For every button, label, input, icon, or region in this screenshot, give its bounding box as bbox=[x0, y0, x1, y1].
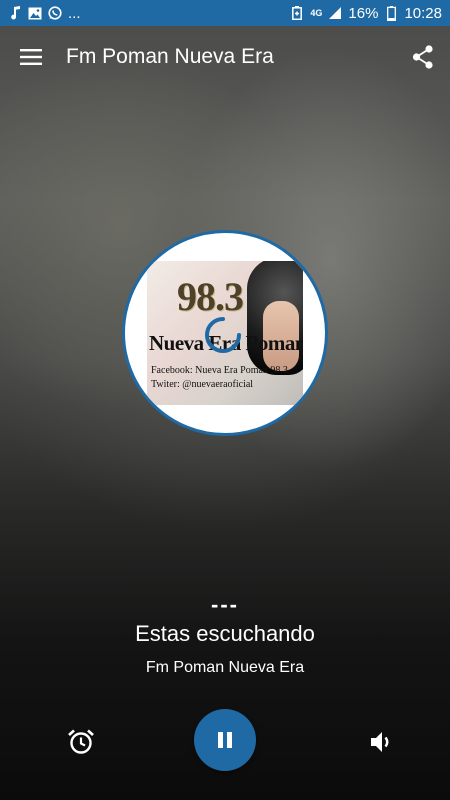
status-bar: ... 4G 16% 10:28 bbox=[0, 0, 450, 26]
menu-button[interactable] bbox=[18, 44, 44, 70]
play-pause-button[interactable] bbox=[194, 709, 256, 771]
player-controls bbox=[0, 708, 450, 772]
overflow-indicator: ... bbox=[68, 4, 81, 22]
status-bar-left: ... bbox=[8, 5, 81, 22]
music-note-icon bbox=[8, 6, 22, 20]
pause-icon bbox=[218, 732, 232, 748]
network-type: 4G bbox=[310, 7, 323, 18]
alarm-button[interactable] bbox=[66, 727, 96, 757]
cover-facebook: Facebook: Nueva Era Poman 98.3 bbox=[151, 365, 288, 376]
battery-icon bbox=[384, 5, 398, 21]
battery-saver-icon bbox=[290, 6, 304, 20]
app-title: Fm Poman Nueva Era bbox=[66, 45, 274, 68]
station-name: Fm Poman Nueva Era bbox=[145, 659, 305, 676]
status-bar-right: 4G 16% 10:28 bbox=[290, 5, 442, 22]
clock: 10:28 bbox=[404, 4, 442, 22]
loading-spinner-icon bbox=[205, 317, 241, 353]
track-title: --- bbox=[211, 592, 239, 617]
alarm-clock-icon bbox=[68, 729, 94, 754]
battery-percent: 16% bbox=[348, 4, 379, 22]
app-bar: Fm Poman Nueva Era bbox=[0, 26, 450, 88]
hamburger-menu-icon bbox=[20, 49, 42, 65]
share-icon bbox=[412, 45, 433, 69]
signal-icon bbox=[328, 6, 342, 20]
volume-button[interactable] bbox=[366, 727, 396, 757]
cover-twitter: Twiter: @nuevaeraoficial bbox=[151, 379, 254, 390]
whatsapp-icon bbox=[48, 6, 62, 20]
share-button[interactable] bbox=[410, 44, 436, 70]
listening-status: Estas escuchando bbox=[135, 621, 315, 646]
volume-icon bbox=[371, 732, 389, 752]
image-icon bbox=[28, 6, 42, 20]
